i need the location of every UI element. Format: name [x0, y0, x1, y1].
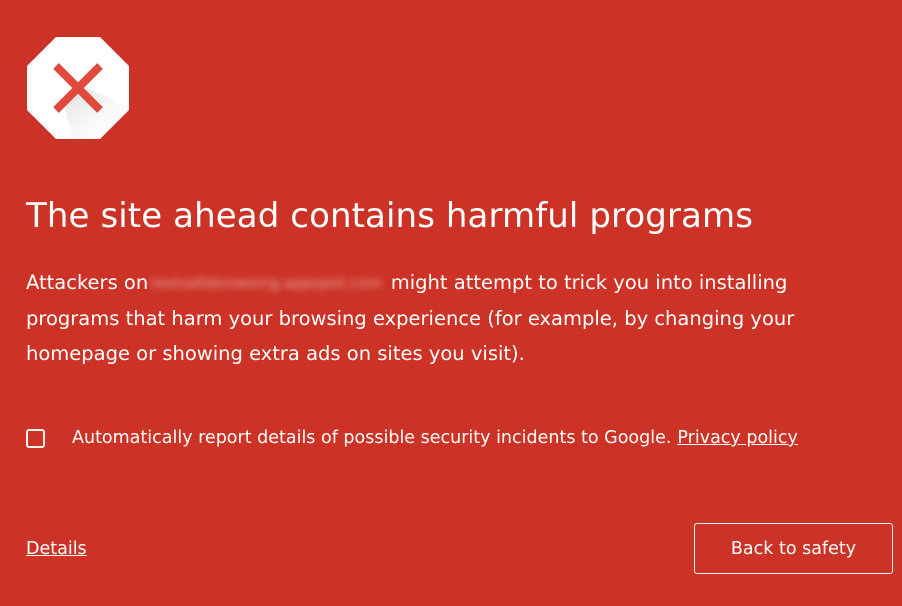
report-checkbox[interactable] [26, 428, 45, 448]
blurred-hostname: testsafebrowsing.appspot.com [151, 274, 382, 292]
stop-x-icon [27, 37, 129, 139]
report-label: Automatically report details of possible… [72, 428, 672, 448]
description-prefix: Attackers on [26, 271, 149, 294]
back-to-safety-button[interactable]: Back to safety [694, 523, 893, 574]
privacy-policy-link[interactable]: Privacy policy [677, 428, 797, 448]
page-title: The site ahead contains harmful programs [26, 196, 754, 236]
details-link[interactable]: Details [26, 539, 87, 559]
report-option-row: Automatically report details of possible… [26, 428, 798, 448]
warning-description: Attackers on testsafebrowsing.appspot.com… [26, 265, 876, 371]
